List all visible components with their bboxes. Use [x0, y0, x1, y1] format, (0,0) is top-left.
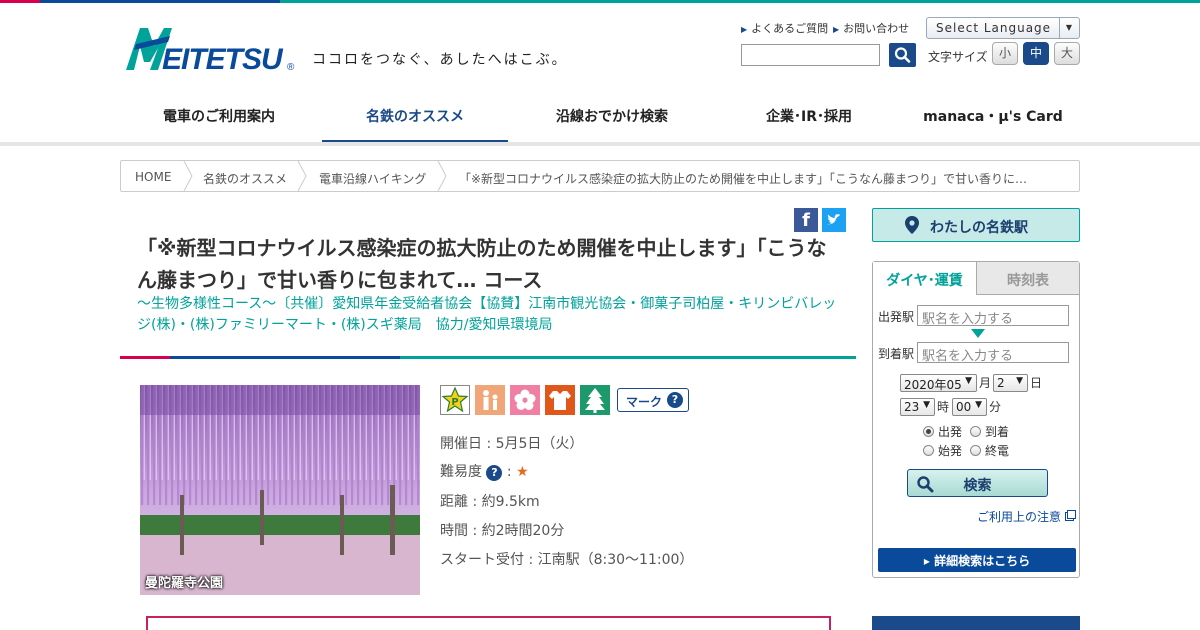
tab-timetable[interactable]: 時刻表 [977, 262, 1079, 295]
route-search-panel: ダイヤ･運賃 時刻表 出発駅 駅名を入力する 到着駅 駅名を入力する 2020年… [872, 261, 1080, 578]
arrow-down-icon [971, 329, 985, 338]
family-icon [475, 385, 505, 415]
radio-first-train[interactable]: 始発 [923, 442, 962, 459]
day-select[interactable]: 2 ▼ [993, 374, 1028, 392]
radio-last-train[interactable]: 終電 [970, 442, 1009, 459]
breadcrumb-recommend[interactable]: 名鉄のオススメ [203, 170, 287, 187]
top-color-bar [0, 0, 1200, 3]
breadcrumb-current: 「※新型コロナウイルス感染症の拡大防止のため開催を中止します」「こうなん藤まつり… [459, 172, 1028, 186]
breadcrumb-hiking[interactable]: 電車沿線ハイキング [319, 170, 426, 187]
radio-departure[interactable]: 出発 [923, 423, 962, 440]
difficulty: 難易度 ? : ★ [440, 464, 529, 481]
nav-divider [0, 142, 1200, 146]
difficulty-help-icon[interactable]: ? [486, 465, 503, 481]
hour-select[interactable]: 23 ▼ [900, 398, 935, 416]
font-size-label: 文字サイズ [928, 50, 988, 64]
flower-icon [510, 385, 540, 415]
tagline: ココロをつなぐ、あしたへはこぶ。 [312, 52, 568, 68]
contact-link[interactable]: ▶ お問い合わせ [833, 20, 909, 36]
course-photo: 曼陀羅寺公園 [140, 385, 420, 595]
parking-star-icon: P [440, 385, 470, 415]
nav-recommend[interactable]: 名鉄のオススメ [322, 90, 508, 144]
tree-icon [580, 385, 610, 415]
tshirt-icon [545, 385, 575, 415]
svg-text:®: ® [287, 62, 295, 73]
global-nav: 電車のご利用案内 名鉄のオススメ 沿線おでかけ検索 企業･IR･採用 manac… [120, 90, 1080, 144]
minute-unit: 分 [989, 400, 1002, 414]
to-station-label: 到着駅 [878, 347, 915, 361]
title-underline [120, 356, 856, 359]
course-subtitle: ～生物多様性コース～〔共催〕愛知県年金受給者協会【協賛】江南市観光協会・御菓子司… [137, 296, 837, 333]
notice-box [146, 616, 831, 630]
to-station-input[interactable]: 駅名を入力する [917, 342, 1069, 364]
sidebar-next-banner [872, 616, 1080, 630]
difficulty-star-icon: ★ [516, 464, 529, 480]
year-month-select[interactable]: 2020年05 ▼ [900, 374, 977, 392]
map-pin-icon [905, 216, 919, 234]
course-title: 「※新型コロナウイルス感染症の拡大防止のため開催を中止します」「こうなん藤まつり… [137, 236, 827, 292]
photo-caption: 曼陀羅寺公園 [145, 576, 224, 591]
external-window-icon [1064, 510, 1076, 521]
radio-dot [923, 426, 934, 437]
usage-notes-link[interactable]: ご利用上の注意 [977, 508, 1076, 525]
my-station-button[interactable]: わたしの名鉄駅 [872, 208, 1080, 242]
from-station-input[interactable]: 駅名を入力する [917, 305, 1069, 327]
chevron-down-icon: ▼ [965, 376, 972, 386]
mark-legend-button[interactable]: マーク? [617, 388, 689, 412]
start-reception: スタート受付 : 江南駅（8:30～11:00） [440, 552, 694, 568]
hour-unit: 時 [937, 400, 950, 414]
font-size-medium-button[interactable]: 中 [1023, 42, 1049, 65]
breadcrumb-home[interactable]: HOME [135, 170, 171, 184]
triangle-icon: ▶ [741, 25, 748, 34]
chevron-down-icon: ▼ [1016, 376, 1023, 386]
day-unit: 日 [1030, 376, 1043, 390]
site-search-input[interactable] [741, 44, 880, 66]
chevron-down-icon: ▼ [1059, 18, 1079, 38]
help-icon: ? [667, 392, 683, 408]
detail-search-button[interactable]: ▸ 詳細検索はこちら [878, 548, 1076, 572]
breadcrumb-separator-icon [297, 161, 307, 191]
route-search-button[interactable]: 検索 [907, 469, 1048, 497]
triangle-icon: ▸ [923, 554, 935, 568]
duration: 時間 : 約2時間20分 [440, 523, 565, 539]
nav-manaca[interactable]: manaca・μ's Card [906, 90, 1080, 144]
breadcrumb-separator-icon [437, 161, 447, 191]
nav-train-guide[interactable]: 電車のご利用案内 [120, 90, 318, 144]
twitter-share-icon[interactable] [822, 208, 846, 232]
triangle-icon: ▶ [833, 25, 840, 34]
breadcrumb-separator-icon [183, 161, 193, 191]
nav-outing-search[interactable]: 沿線おでかけ検索 [512, 90, 712, 144]
meitetsu-logo[interactable]: EITETSU ® [124, 22, 299, 76]
nav-corporate[interactable]: 企業･IR･採用 [716, 90, 902, 144]
breadcrumb: HOME 名鉄のオススメ 電車沿線ハイキング 「※新型コロナウイルス感染症の拡大… [120, 160, 1080, 192]
font-size-large-button[interactable]: 大 [1054, 42, 1080, 65]
font-size-small-button[interactable]: 小 [992, 42, 1018, 65]
event-date: 開催日 : 5月5日（火） [440, 436, 584, 452]
radio-dot [923, 445, 934, 456]
svg-text:P: P [451, 397, 458, 408]
tab-fare[interactable]: ダイヤ･運賃 [873, 262, 977, 295]
chevron-down-icon: ▼ [975, 400, 982, 410]
language-select[interactable]: Select Language ▼ [926, 17, 1080, 39]
logo-wordmark: EITETSU [162, 43, 284, 74]
from-station-label: 出発駅 [878, 310, 915, 324]
minute-select[interactable]: 00 ▼ [952, 398, 987, 416]
search-icon [894, 47, 911, 63]
faq-link[interactable]: ▶ よくあるご質問 [741, 20, 828, 36]
search-icon [917, 476, 934, 493]
radio-dot [970, 426, 981, 437]
chevron-down-icon: ▼ [923, 400, 930, 410]
distance: 距離 : 約9.5km [440, 494, 540, 510]
month-unit: 月 [979, 376, 992, 390]
radio-dot [970, 445, 981, 456]
radio-arrival[interactable]: 到着 [970, 423, 1009, 440]
site-search-button[interactable] [889, 43, 916, 67]
facebook-share-icon[interactable]: f [794, 208, 818, 232]
